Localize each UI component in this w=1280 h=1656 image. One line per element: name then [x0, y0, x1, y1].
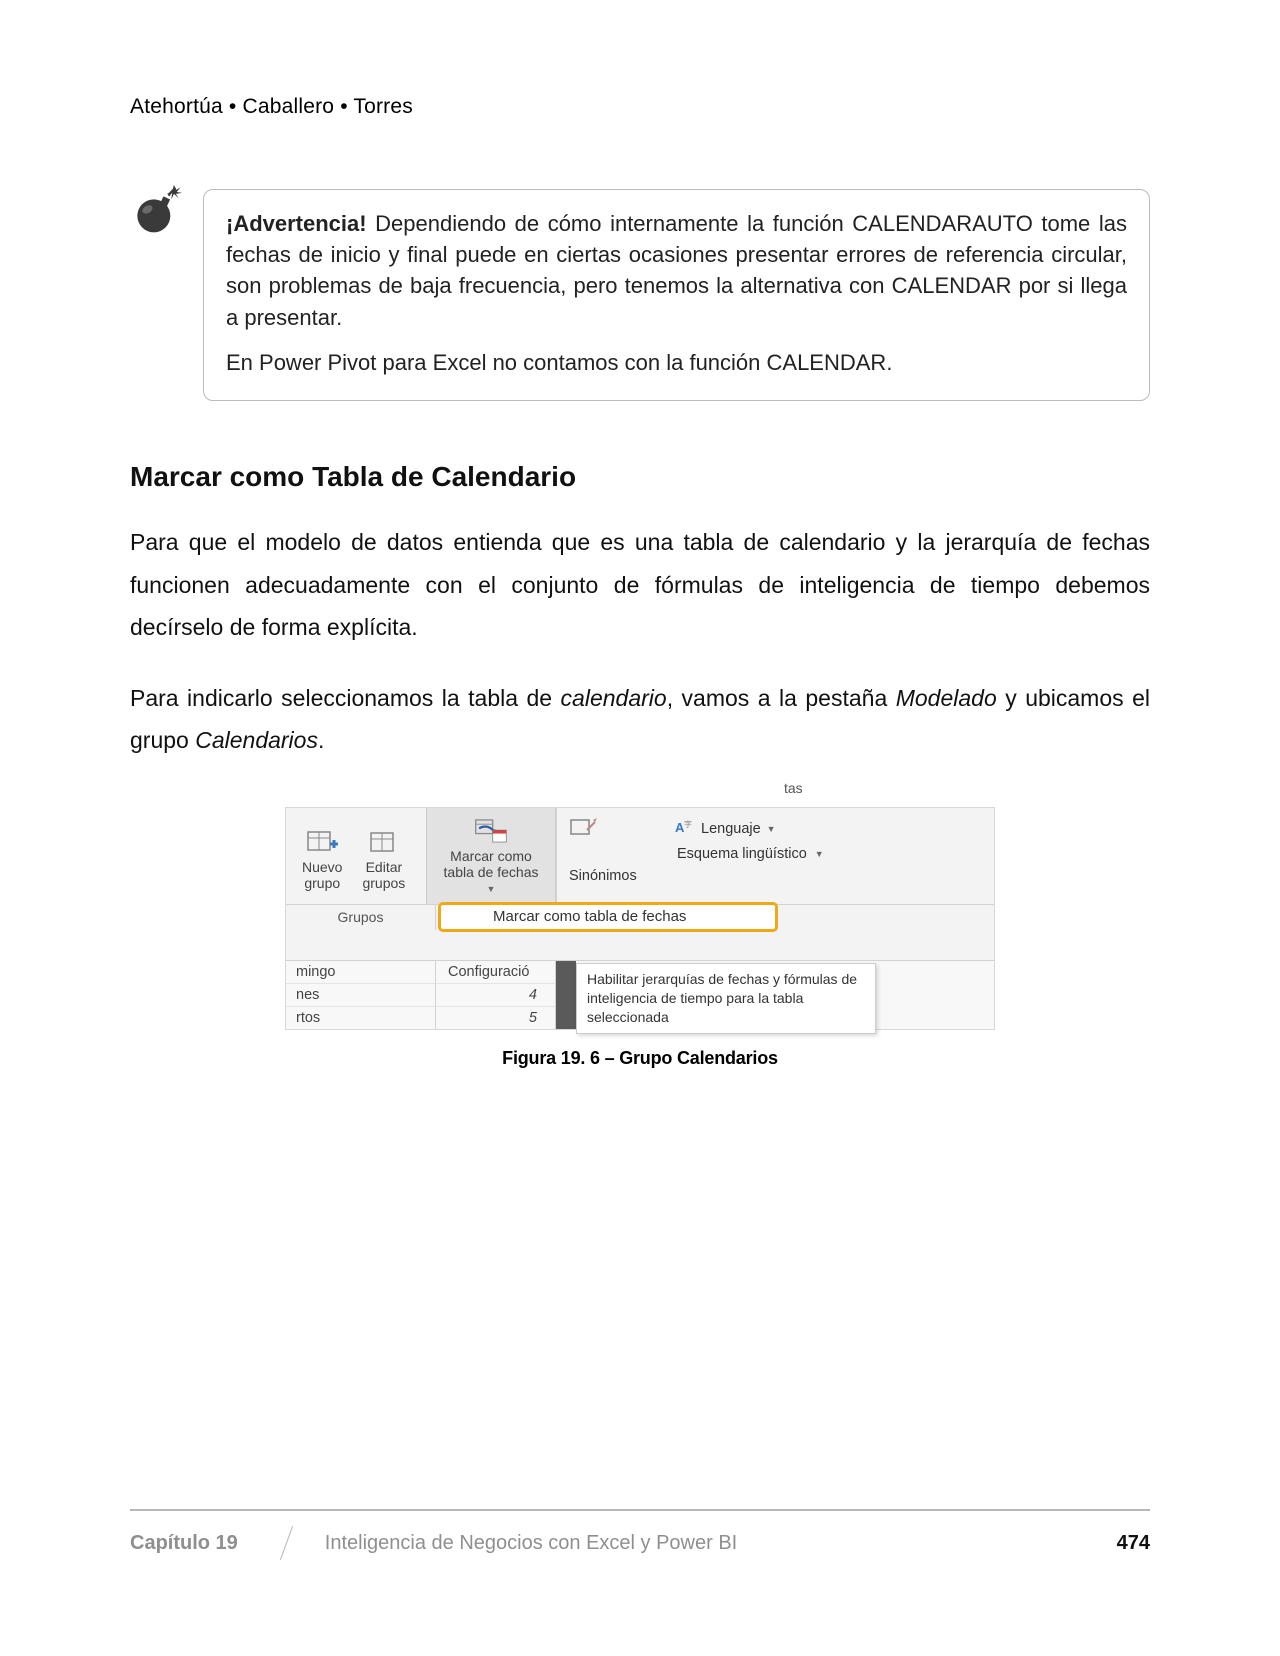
partial-text-tas: tas — [784, 780, 803, 796]
row-rtos: rtos — [286, 1007, 435, 1029]
warning-paragraph-2: En Power Pivot para Excel no contamos co… — [226, 347, 1127, 378]
p2-d: . — [318, 727, 324, 753]
p2-i3: Calendarios — [195, 727, 318, 753]
ribbon-group-grupos: Nuevogrupo Editargrupos — [286, 808, 426, 904]
footer-page-number: 474 — [1117, 1532, 1150, 1555]
row-mingo: mingo — [286, 961, 435, 984]
svg-text:字: 字 — [684, 819, 692, 829]
body-paragraph-1: Para que el modelo de datos entienda que… — [130, 521, 1150, 649]
marcar-label: Marcar comotabla de fechas ▼ — [443, 848, 539, 896]
footer-divider — [280, 1526, 293, 1560]
sinonimos-row: A字 Lenguaje ▼ — [569, 816, 776, 842]
footer-title: Inteligencia de Negocios con Excel y Pow… — [325, 1532, 737, 1555]
figure-caption: Figura 19. 6 – Grupo Calendarios — [502, 1048, 778, 1069]
editar-grupos-button[interactable]: Editargrupos — [356, 825, 411, 893]
tooltip: Habilitar jerarquías de fechas y fórmula… — [576, 963, 876, 1034]
editar-grupos-icon — [367, 827, 401, 857]
figure-19-6: Nuevogrupo Editargrupos Marcar c — [130, 807, 1150, 1069]
warning-box: ¡Advertencia! Dependiendo de cómo intern… — [203, 189, 1150, 401]
warning-lead: ¡Advertencia! — [226, 211, 367, 236]
row-nes: nes — [286, 984, 435, 1007]
chevron-down-icon: ▼ — [487, 884, 496, 894]
data-col-left: mingo nes rtos — [286, 961, 436, 1029]
p2-b: , vamos a la pestaña — [667, 685, 896, 711]
page-header-authors: Atehortúa • Caballero • Torres — [130, 95, 1150, 119]
ribbon-group-qna: A字 Lenguaje ▼ Esquema lingüístico ▼ Sinó… — [557, 808, 994, 904]
bomb-icon — [130, 181, 185, 401]
marcar-como-tabla-fechas-option[interactable]: Marcar como tabla de fechas — [438, 902, 778, 932]
ribbon-screenshot: Nuevogrupo Editargrupos Marcar c — [285, 807, 995, 1030]
lenguaje-icon: A字 — [675, 819, 695, 839]
highlight-label: Marcar como tabla de fechas — [493, 908, 686, 925]
row-4: 4 — [436, 984, 555, 1007]
data-col-mid: Configuració 4 5 — [436, 961, 556, 1029]
nuevo-grupo-label: Nuevogrupo — [302, 859, 342, 891]
p2-i1: calendario — [561, 685, 667, 711]
esquema-label: Esquema lingüístico — [677, 846, 807, 862]
warning-callout: ¡Advertencia! Dependiendo de cómo intern… — [130, 189, 1150, 401]
editar-grupos-label: Editargrupos — [362, 859, 405, 891]
chevron-down-icon: ▼ — [815, 849, 824, 859]
grupos-group-label: Grupos — [286, 905, 436, 930]
marcar-tabla-fechas-button[interactable]: Marcar comotabla de fechas ▼ — [437, 814, 545, 898]
nuevo-grupo-icon — [305, 827, 339, 857]
ribbon-group-marcar: Marcar comotabla de fechas ▼ — [426, 808, 556, 904]
esquema-row[interactable]: Esquema lingüístico ▼ — [677, 846, 824, 862]
sinonimos-label-row[interactable]: Sinónimos — [569, 868, 637, 884]
page-footer: Capítulo 19 Inteligencia de Negocios con… — [130, 1509, 1150, 1561]
configuracio-label[interactable]: Configuració — [436, 961, 555, 984]
chevron-down-icon: ▼ — [767, 824, 776, 834]
section-heading: Marcar como Tabla de Calendario — [130, 461, 1150, 493]
warning-paragraph-1: ¡Advertencia! Dependiendo de cómo intern… — [226, 208, 1127, 333]
p2-i2: Modelado — [896, 685, 997, 711]
row-5: 5 — [436, 1007, 555, 1029]
p2-a: Para indicarlo seleccionamos la tabla de — [130, 685, 561, 711]
nuevo-grupo-button[interactable]: Nuevogrupo — [296, 825, 348, 893]
footer-chapter: Capítulo 19 — [130, 1532, 268, 1555]
marcar-tabla-fechas-icon — [474, 816, 508, 846]
lenguaje-label[interactable]: Lenguaje — [701, 821, 761, 837]
sinonimos-icon — [569, 816, 597, 842]
sinonimos-label: Sinónimos — [569, 868, 637, 884]
body-paragraph-2: Para indicarlo seleccionamos la tabla de… — [130, 677, 1150, 762]
